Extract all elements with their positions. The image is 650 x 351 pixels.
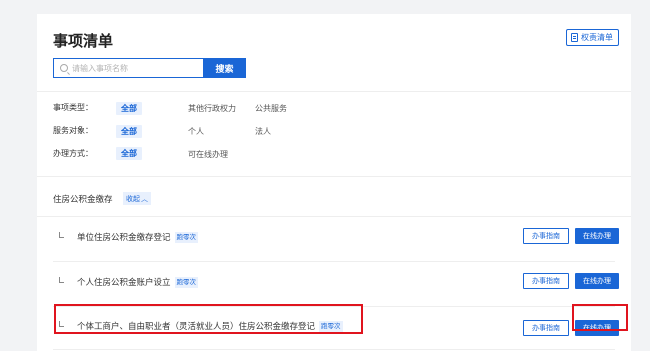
search-button[interactable]: 搜索	[203, 58, 246, 78]
filter-type-option[interactable]: 其他行政权力	[188, 103, 236, 114]
document-icon	[571, 33, 578, 42]
zero-trip-badge: 跑零次	[174, 232, 199, 243]
list-item: 单位住房公积金缴存登记 跑零次 办事指南 在线办理	[37, 221, 631, 255]
section-title: 住房公积金缴存	[53, 194, 113, 204]
zero-trip-badge: 跑零次	[174, 277, 199, 288]
page-title: 事项清单	[53, 33, 114, 50]
filter-type-option[interactable]: 公共服务	[255, 103, 287, 114]
highlight-box-item-name	[54, 304, 363, 334]
filter-target-all[interactable]: 全部	[116, 125, 142, 138]
collapse-toggle[interactable]: 收起 ︿	[123, 192, 151, 205]
online-apply-button[interactable]: 在线办理	[575, 228, 619, 244]
service-guide-button[interactable]: 办事指南	[523, 320, 569, 336]
service-guide-button[interactable]: 办事指南	[523, 228, 569, 244]
divider	[37, 91, 631, 92]
filter-target-option[interactable]: 个人	[188, 126, 204, 137]
filter-label-method: 办理方式：	[53, 149, 93, 158]
chevron-up-icon: ︿	[141, 195, 148, 203]
rights-list-button[interactable]: 权责清单	[566, 29, 619, 46]
item-name[interactable]: 单位住房公积金缴存登记	[77, 232, 171, 242]
filter-label-type: 事项类型：	[53, 103, 93, 112]
divider	[53, 349, 615, 350]
divider	[37, 176, 631, 177]
filter-method-option[interactable]: 可在线办理	[188, 149, 228, 160]
tree-branch-icon	[59, 277, 64, 283]
filter-target-option[interactable]: 法人	[255, 126, 271, 137]
service-list-card: 事项清单 权责清单 搜索 事项类型： 全部 其他行政权力 公共服务 服务对象： …	[37, 14, 631, 351]
tree-branch-icon	[59, 232, 64, 238]
divider	[53, 261, 615, 262]
service-guide-button[interactable]: 办事指南	[523, 273, 569, 289]
search-box[interactable]	[53, 58, 203, 78]
item-name-wrap: 单位住房公积金缴存登记 跑零次	[77, 231, 199, 243]
search-icon	[60, 64, 68, 72]
filter-label-target: 服务对象：	[53, 126, 93, 135]
rights-list-label: 权责清单	[581, 33, 613, 42]
search-input[interactable]	[72, 63, 197, 73]
collapse-label: 收起	[126, 195, 140, 203]
divider	[37, 216, 631, 217]
highlight-box-online-button	[572, 304, 628, 331]
online-apply-button[interactable]: 在线办理	[575, 273, 619, 289]
list-item: 个人住房公积金账户设立 跑零次 办事指南 在线办理	[37, 266, 631, 300]
filter-method-all[interactable]: 全部	[116, 147, 142, 160]
filter-type-all[interactable]: 全部	[116, 102, 142, 115]
item-name[interactable]: 个人住房公积金账户设立	[77, 277, 171, 287]
item-name-wrap: 个人住房公积金账户设立 跑零次	[77, 276, 199, 288]
